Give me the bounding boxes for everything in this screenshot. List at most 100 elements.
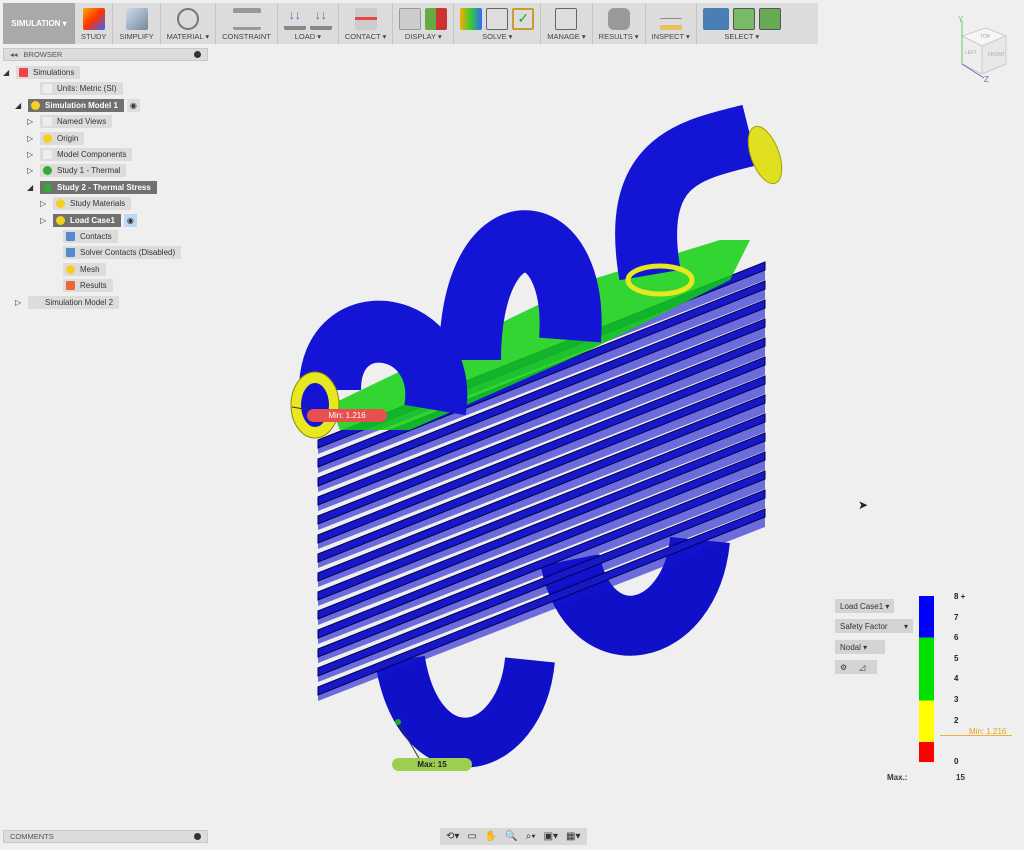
look-at-icon[interactable]: ▭ — [467, 831, 476, 842]
comments-title: COMMENTS — [10, 832, 54, 841]
pan-icon[interactable]: ✋ — [485, 831, 497, 842]
tree-item-label: Study 1 - Thermal — [57, 166, 121, 176]
contact-menu[interactable]: CONTACT ▾ — [339, 3, 394, 44]
display-settings-icon[interactable]: ▣▾ — [544, 831, 558, 842]
navigation-bar: ⟲▾ ▭ ✋ 🔍 ⌕▾ ▣▾ ▦▾ — [440, 828, 587, 845]
check-icon — [43, 182, 52, 192]
model-icon — [31, 297, 40, 307]
constraint-button[interactable]: CONSTRAINT — [216, 3, 278, 44]
collapsed-arrow-icon[interactable]: ▷ — [40, 216, 49, 225]
tree-item[interactable]: ◢ Simulations — [3, 66, 81, 79]
orbit-icon[interactable]: ⟲▾ — [446, 831, 459, 842]
results-icon — [66, 281, 75, 291]
solve-menu[interactable]: ✓ SOLVE ▾ — [454, 3, 542, 44]
tree-item[interactable]: ▷ Simulation Model 2 — [15, 295, 120, 309]
legend-tick-label: 2 — [954, 715, 959, 725]
collapsed-arrow-icon[interactable]: ▷ — [27, 134, 36, 143]
collapse-icon[interactable]: ◂◂ — [10, 50, 18, 59]
view-cube[interactable]: TOP LEFT FRONT Y Z — [950, 14, 1012, 84]
legend-tools: ⚙ ◿ — [835, 660, 877, 674]
activate-radio-icon[interactable]: ◉ — [126, 98, 140, 112]
label: DISPLAY ▾ — [404, 32, 442, 41]
load-menu[interactable]: ↓↓ ↓↓ LOAD ▾ — [278, 3, 339, 44]
display-menu[interactable]: DISPLAY ▾ — [393, 3, 455, 44]
comments-close-icon[interactable] — [194, 833, 201, 840]
browser-close-icon[interactable] — [194, 51, 201, 58]
tree-item[interactable]: ◢ Simulation Model 1 ◉ — [15, 98, 140, 112]
select-face-icon[interactable] — [758, 8, 781, 30]
label: STUDY — [81, 32, 107, 41]
tree-item[interactable]: ◢ Study 2 - Thermal Stress — [27, 180, 157, 194]
load-case-dropdown[interactable]: Load Case1 ▾ — [835, 599, 895, 613]
bulb-icon — [31, 100, 40, 110]
expanded-arrow-icon[interactable]: ◢ — [3, 68, 12, 77]
comments-header[interactable]: COMMENTS — [3, 830, 208, 843]
browser-header[interactable]: ◂◂ BROWSER — [3, 48, 208, 61]
inspect-menu[interactable]: INSPECT ▾ — [646, 3, 697, 44]
expanded-arrow-icon[interactable]: ◢ — [15, 101, 24, 110]
display-lock-icon — [425, 8, 448, 30]
collapsed-arrow-icon[interactable]: ▷ — [15, 298, 24, 307]
result-type-dropdown[interactable]: Safety Factor ▾ — [835, 619, 913, 633]
folder-icon — [43, 117, 52, 127]
max-probe-label[interactable]: Max: 15 — [392, 758, 472, 771]
nodal-dropdown[interactable]: Nodal ▾ — [835, 640, 885, 654]
study-button[interactable]: STUDY — [75, 3, 114, 44]
collapsed-arrow-icon[interactable]: ▷ — [27, 166, 36, 175]
label: RESULTS ▾ — [598, 32, 639, 41]
tree-item[interactable]: Solver Contacts (Disabled) — [63, 246, 182, 260]
tree-item-label: Load Case1 — [70, 215, 115, 225]
min-probe-label[interactable]: Min: 1.216 — [307, 409, 387, 422]
collapsed-arrow-icon[interactable]: ▷ — [27, 117, 36, 126]
fit-icon[interactable]: ⌕▾ — [526, 831, 536, 842]
manage-icon — [555, 8, 578, 30]
toolbar: SIMULATION ▾ STUDY SIMPLIFY MATERIAL ▾ C… — [3, 3, 818, 44]
select-menu[interactable]: SELECT ▾ — [697, 3, 787, 44]
contact-icon — [66, 248, 75, 258]
check-icon: ✓ — [512, 8, 535, 30]
label: SELECT ▾ — [724, 32, 760, 41]
manage-menu[interactable]: MANAGE ▾ — [541, 3, 593, 44]
tree-item[interactable]: Results — [63, 279, 113, 293]
label: CONSTRAINT — [222, 32, 271, 41]
label: MATERIAL ▾ — [166, 32, 210, 41]
collapsed-arrow-icon[interactable]: ▷ — [27, 150, 36, 159]
legend-tick-label: 4 — [954, 674, 959, 684]
tree-item[interactable]: ▷ Study Materials — [40, 197, 132, 211]
tree-item[interactable]: ▷ Origin — [27, 131, 85, 145]
zoom-icon[interactable]: 🔍 — [505, 831, 517, 842]
workspace-switcher[interactable]: SIMULATION ▾ — [3, 3, 75, 44]
mouse-cursor: ➤ — [858, 498, 869, 512]
tree-item[interactable]: Contacts — [63, 230, 118, 243]
study-icon — [82, 8, 105, 30]
label: CONTACT ▾ — [344, 32, 387, 41]
model-viewport[interactable] — [270, 100, 810, 780]
tree-item[interactable]: ▷ Study 1 - Thermal — [27, 164, 127, 178]
cube-left: LEFT — [965, 50, 977, 56]
tree-item[interactable]: ▷ Load Case1 ◉ — [40, 213, 137, 227]
tree-item-label: Origin — [57, 133, 79, 143]
select-body-icon[interactable] — [732, 8, 755, 30]
legend-max-value: 15 — [956, 773, 965, 782]
expanded-arrow-icon[interactable]: ◢ — [27, 183, 36, 192]
gear-icon[interactable]: ⚙ — [840, 663, 847, 672]
material-menu[interactable]: MATERIAL ▾ — [161, 3, 217, 44]
tree-item[interactable]: Mesh — [63, 262, 106, 276]
legend-tick-label: 7 — [954, 612, 959, 622]
tree-item[interactable]: Units: Metric (SI) — [40, 82, 123, 96]
tree-item[interactable]: ▷ Model Components — [27, 148, 133, 161]
doc-icon — [43, 84, 52, 94]
camera-icon — [607, 8, 630, 30]
activate-radio-icon[interactable]: ◉ — [123, 213, 137, 227]
label: SOLVE ▾ — [482, 32, 513, 41]
max-point — [395, 719, 401, 725]
results-menu[interactable]: RESULTS ▾ — [593, 3, 646, 44]
triangle-icon[interactable]: ◿ — [859, 663, 865, 672]
collapsed-arrow-icon[interactable]: ▷ — [40, 199, 49, 208]
simplify-button[interactable]: SIMPLIFY — [113, 3, 161, 44]
grid-icon[interactable]: ▦▾ — [566, 831, 580, 842]
tree-item-label: Contacts — [80, 232, 112, 241]
window-select-icon[interactable] — [702, 8, 729, 30]
lower-elbow-left — [375, 655, 555, 768]
tree-item[interactable]: ▷ Named Views — [27, 115, 113, 129]
